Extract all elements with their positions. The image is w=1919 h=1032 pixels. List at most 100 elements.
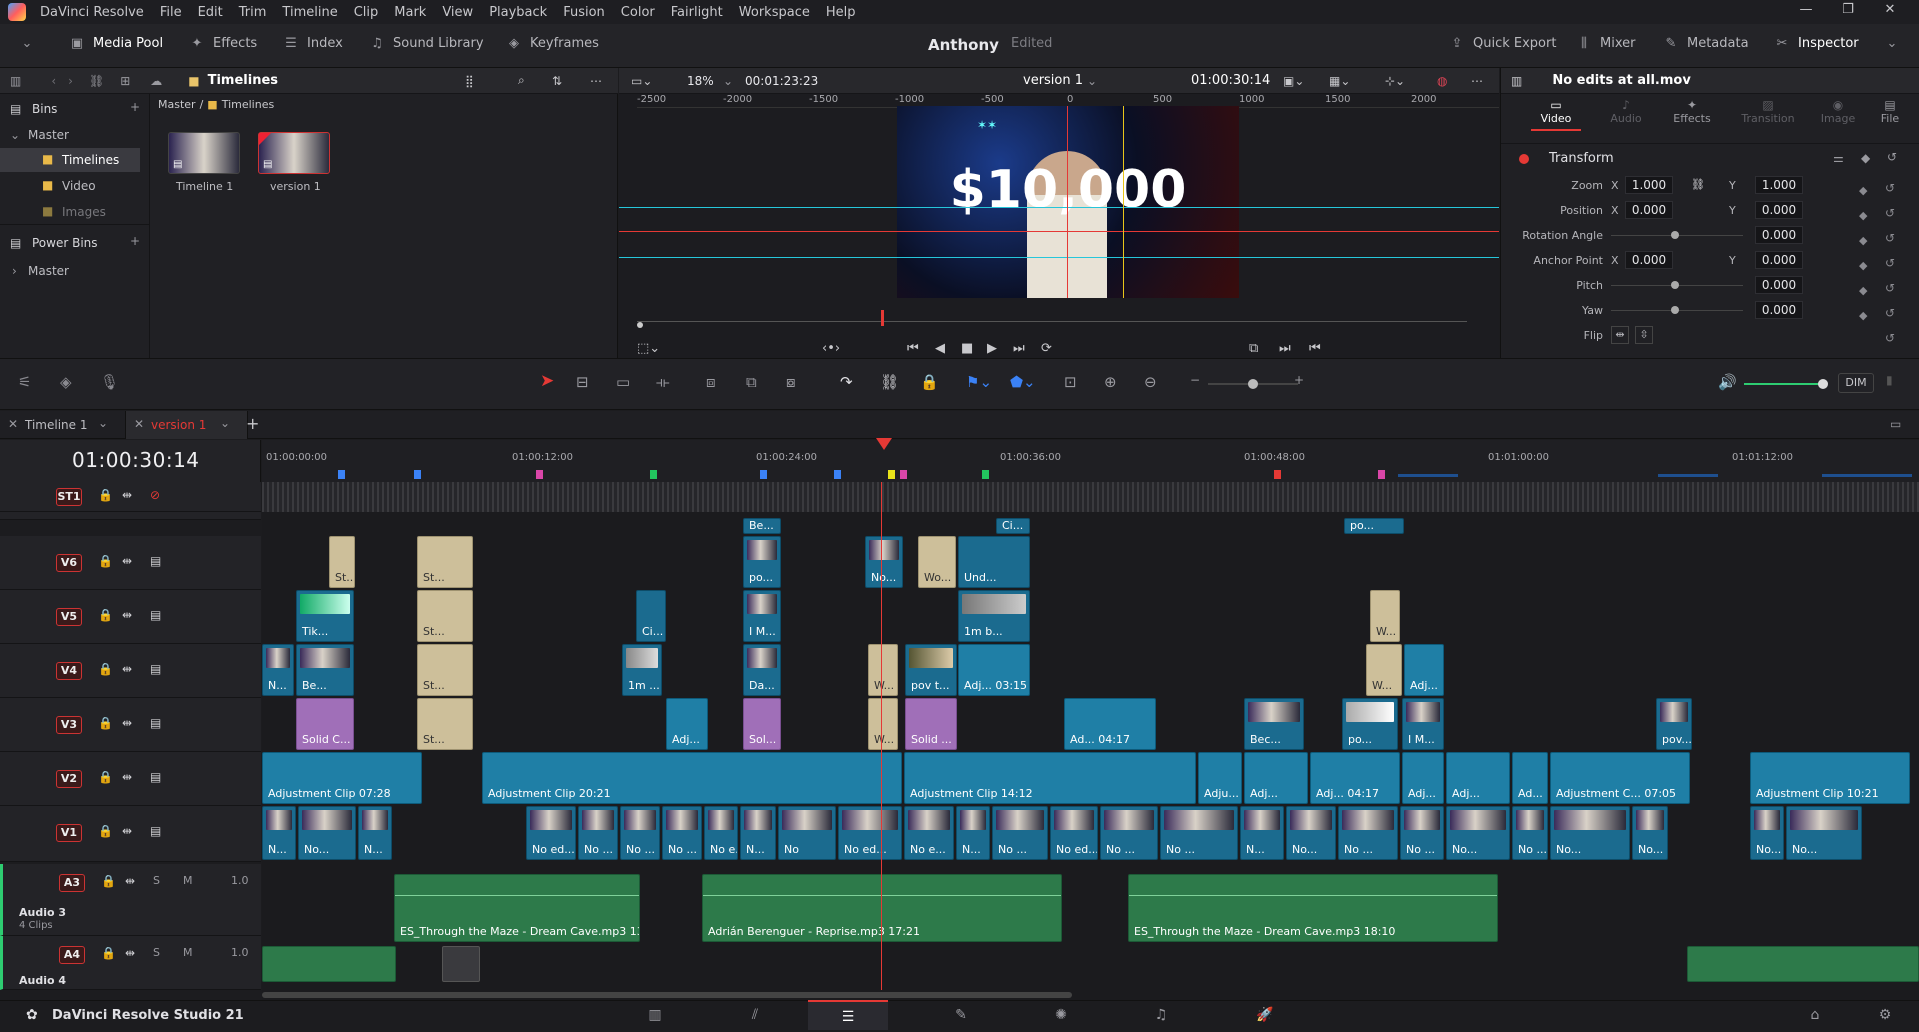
search-icon[interactable]: ⌕ xyxy=(518,73,525,88)
clip[interactable]: St... xyxy=(417,536,473,588)
tab-video[interactable]: ▭ Video xyxy=(1531,98,1581,131)
clip[interactable]: Solid ... xyxy=(905,698,957,750)
clip[interactable]: No ... xyxy=(620,806,660,860)
track-visibility-icon[interactable]: ▤ xyxy=(150,716,161,730)
marker[interactable] xyxy=(338,470,345,479)
thumbnail-view-icon[interactable]: ⣿ xyxy=(465,74,474,88)
slider-handle[interactable] xyxy=(1671,231,1679,239)
home-icon[interactable]: ⌂ xyxy=(1795,1000,1835,1030)
keyframe-icon[interactable]: ◆ xyxy=(1861,151,1870,165)
marker[interactable] xyxy=(760,470,767,479)
back-icon[interactable]: ‹ xyxy=(51,74,56,88)
forward-icon[interactable]: › xyxy=(68,74,73,88)
audio-waveform-icon[interactable]: ◈ xyxy=(60,373,72,391)
flip-horizontal-icon[interactable]: ⇹ xyxy=(1611,326,1629,344)
position-x-field[interactable]: 0.000 xyxy=(1625,201,1673,219)
snapping-icon[interactable]: ↷ xyxy=(840,373,853,391)
chevron-right-icon[interactable]: › xyxy=(12,264,17,278)
subtitle-disabled-icon[interactable]: ⊘ xyxy=(150,488,160,502)
clip[interactable]: St... xyxy=(417,590,473,642)
lock-icon[interactable]: 🔒 xyxy=(98,716,113,730)
marker[interactable] xyxy=(900,470,907,479)
page-edit-icon[interactable]: ☰ xyxy=(808,1000,888,1030)
clip[interactable]: Adjustment Clip 20:21 xyxy=(482,752,902,804)
marker[interactable] xyxy=(888,470,895,479)
clip[interactable]: St... xyxy=(417,644,473,696)
bin-images[interactable]: Images xyxy=(62,205,106,219)
menu-file[interactable]: File xyxy=(152,5,190,20)
flag-icon[interactable]: ⚑⌄ xyxy=(966,373,992,391)
clip[interactable]: St... xyxy=(329,536,355,588)
clip[interactable]: W... xyxy=(868,698,898,750)
clip[interactable]: No ... xyxy=(1338,806,1398,860)
page-media-icon[interactable]: ▥ xyxy=(615,1000,695,1030)
solo-button[interactable]: S xyxy=(153,874,160,887)
panel-toggle-button[interactable]: ⌄ xyxy=(1883,36,1908,51)
page-color-icon[interactable]: ✺ xyxy=(1021,1000,1101,1030)
clip[interactable]: Tik... xyxy=(296,590,354,642)
zoom-slider-handle[interactable] xyxy=(1248,379,1258,389)
clip[interactable]: No ed... xyxy=(838,806,902,860)
rotation-field[interactable]: 0.000 xyxy=(1755,226,1803,244)
volume-slider[interactable] xyxy=(1744,383,1824,385)
inspector-button[interactable]: ✂ Inspector xyxy=(1773,36,1859,51)
jog-icon[interactable]: ‹•› xyxy=(822,341,840,356)
next-edit-icon[interactable]: ⏭ xyxy=(1279,341,1291,356)
menu-trim[interactable]: Trim xyxy=(231,5,275,20)
zoom-dropdown[interactable]: 18% xyxy=(687,74,714,88)
clip[interactable]: No ... xyxy=(1400,806,1444,860)
track-visibility-icon[interactable]: ▤ xyxy=(150,824,161,838)
position-lock-icon[interactable]: 🔒 xyxy=(920,373,939,391)
track-visibility-icon[interactable]: ▤ xyxy=(150,554,161,568)
marker[interactable] xyxy=(536,470,543,479)
lock-icon[interactable]: 🔒 xyxy=(98,824,113,838)
page-fairlight-icon[interactable]: ♫ xyxy=(1121,1000,1201,1030)
inspector-view-icon[interactable]: ▥ xyxy=(1511,74,1522,88)
guide-line[interactable] xyxy=(1067,106,1068,298)
tab-image[interactable]: ◉ Image xyxy=(1813,98,1863,125)
video-frame[interactable]: $10,000 ✶✶ xyxy=(897,106,1239,298)
clip[interactable]: Adj... xyxy=(1244,752,1308,804)
page-cut-icon[interactable]: ⫽ xyxy=(715,1000,795,1030)
linked-selection-icon[interactable]: ⛓ xyxy=(880,373,899,391)
maximize-icon[interactable]: ❐ xyxy=(1827,2,1869,17)
replace-clip-icon[interactable]: ⧇ xyxy=(786,373,796,391)
clip[interactable]: No... xyxy=(1286,806,1336,860)
workspace-toggle-button[interactable]: ⌄ xyxy=(18,36,43,51)
clip[interactable]: 1m b... xyxy=(958,590,1030,642)
cloud-icon[interactable]: ☁ xyxy=(150,74,162,88)
quick-export-button[interactable]: ⇪ Quick Export xyxy=(1448,36,1557,51)
menu-mark[interactable]: Mark xyxy=(386,5,434,20)
marker-range[interactable] xyxy=(1822,474,1912,477)
clip[interactable]: Adju... xyxy=(1198,752,1242,804)
clip[interactable]: No... xyxy=(865,536,903,588)
audio-clip[interactable]: ES_Through the Maze - Dream Cave.mp3 18:… xyxy=(1128,874,1498,942)
clip[interactable]: Bec... xyxy=(1244,698,1304,750)
index-button[interactable]: ☰ Index xyxy=(282,36,343,51)
marker-range[interactable] xyxy=(1658,474,1718,477)
audio-clip[interactable]: Adrián Berenguer - Reprise.mp3 17:21 xyxy=(702,874,1062,942)
reset-icon[interactable]: ↺ xyxy=(1887,150,1897,164)
menu-fairlight[interactable]: Fairlight xyxy=(663,5,731,20)
link-icon[interactable]: ⛓ xyxy=(1691,178,1705,191)
clip[interactable]: Da... xyxy=(743,644,781,696)
lock-icon[interactable]: 🔒 xyxy=(98,662,113,676)
clip[interactable]: No... xyxy=(1786,806,1862,860)
slider-handle[interactable] xyxy=(1671,281,1679,289)
grid-icon[interactable]: ⊞ xyxy=(120,74,130,88)
timeline-ruler[interactable]: 01:00:00:00 01:00:12:00 01:00:24:00 01:0… xyxy=(262,440,1919,482)
yaw-field[interactable]: 0.000 xyxy=(1755,301,1803,319)
safe-area-icon[interactable]: ▣⌄ xyxy=(1283,74,1304,88)
clip[interactable]: N... xyxy=(956,806,990,860)
clip[interactable]: Adjustment C... 07:05 xyxy=(1550,752,1690,804)
volume-slider-handle[interactable] xyxy=(1818,379,1828,389)
custom-zoom-icon[interactable]: ⊖ xyxy=(1144,373,1157,391)
track-visibility-icon[interactable]: ▤ xyxy=(150,608,161,622)
sliders-icon[interactable]: ⚌ xyxy=(1833,151,1844,165)
sort-icon[interactable]: ⇅ xyxy=(552,74,562,88)
track-visibility-icon[interactable]: ▤ xyxy=(150,770,161,784)
zoom-y-field[interactable]: 1.000 xyxy=(1755,176,1803,194)
clip[interactable]: Adj... xyxy=(666,698,708,750)
clip[interactable]: N... xyxy=(262,644,294,696)
mixer-button[interactable]: ⫼ Mixer xyxy=(1575,36,1635,51)
